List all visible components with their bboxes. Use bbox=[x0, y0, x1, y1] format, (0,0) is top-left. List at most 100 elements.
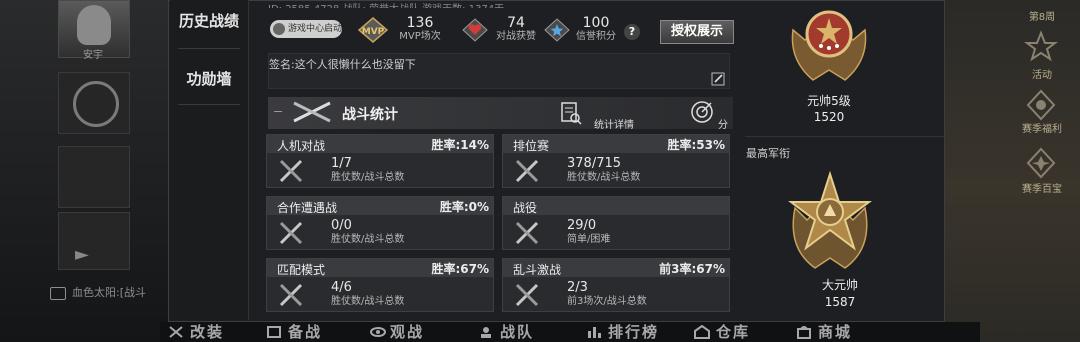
signature-box[interactable]: 签名:这个人很懒什么也没留下 bbox=[268, 53, 730, 89]
right-background bbox=[945, 0, 1080, 342]
stat-card-coop[interactable]: 合作遭遇战 胜率:0% 0/0 胜仗数/战斗总数 bbox=[266, 196, 494, 250]
bottom-nav-team[interactable]: 战队 bbox=[500, 322, 534, 342]
bottom-nav-shop[interactable]: 商城 bbox=[818, 322, 852, 342]
mvp-stat: 136 MVP场次 bbox=[390, 16, 450, 43]
season-treasure-icon[interactable] bbox=[1024, 146, 1058, 180]
share-icon[interactable] bbox=[690, 100, 714, 124]
right-nav-season-reward[interactable]: 赛季福利 bbox=[1012, 120, 1072, 135]
warehouse-icon bbox=[694, 325, 710, 339]
card-value: 378/715 bbox=[567, 156, 622, 171]
crossed-guns-icon bbox=[279, 159, 303, 183]
card-value: 1/7 bbox=[331, 156, 352, 171]
nav-divider bbox=[178, 104, 240, 105]
credit-stat: 100 信誉积分 bbox=[568, 16, 624, 43]
card-name: 排位赛 bbox=[513, 139, 550, 153]
header-dash bbox=[274, 111, 282, 112]
left-emblem-2[interactable] bbox=[58, 146, 130, 208]
stat-card-ranked[interactable]: 排位赛 胜率:53% 378/715 胜仗数/战斗总数 bbox=[502, 134, 730, 188]
right-nav-activity[interactable]: 活动 bbox=[1012, 66, 1072, 81]
heart-icon bbox=[462, 18, 488, 42]
bottom-nav-prepare[interactable]: 备战 bbox=[288, 322, 322, 342]
arrow-right-icon[interactable]: ► bbox=[75, 244, 95, 265]
current-rank: 元帅5级 1520 bbox=[745, 0, 945, 135]
mvp-badge-text: MVP bbox=[362, 27, 385, 37]
side-nav: 历史战绩 功勋墙 bbox=[170, 0, 249, 320]
battle-stats-header: 战斗统计 统计详情 分享 bbox=[268, 97, 733, 146]
likes-label: 对战获赞 bbox=[496, 31, 536, 42]
crossed-guns-icon bbox=[279, 283, 303, 307]
shop-icon bbox=[797, 326, 811, 339]
signature-text: 签名:这个人很懒什么也没留下 bbox=[269, 58, 416, 71]
activity-star-icon[interactable] bbox=[1024, 30, 1058, 64]
highest-rank-label: 最高军衔 bbox=[746, 147, 790, 160]
spectate-icon bbox=[370, 327, 386, 337]
card-rate: 前3率:67% bbox=[659, 262, 725, 276]
bottom-nav: 改装 备战 观战 战队 排行榜 仓库 商城 bbox=[160, 322, 980, 342]
toggle-knob bbox=[273, 23, 285, 35]
stats-detail-icon[interactable] bbox=[560, 101, 582, 125]
star-icon bbox=[544, 18, 570, 42]
bottom-nav-warehouse[interactable]: 仓库 bbox=[716, 322, 750, 342]
card-name: 合作遭遇战 bbox=[277, 201, 338, 215]
chat-icon bbox=[50, 286, 66, 300]
card-rate: 胜率:14% bbox=[431, 138, 489, 152]
right-nav-season-treasure[interactable]: 赛季百宝 bbox=[1012, 180, 1072, 195]
mvp-count: 136 bbox=[406, 15, 434, 31]
prepare-icon bbox=[267, 326, 281, 338]
card-rate: 胜率:67% bbox=[431, 262, 489, 276]
likes-count: 74 bbox=[507, 15, 525, 31]
card-sub: 胜仗数/战斗总数 bbox=[567, 172, 641, 183]
stat-card-pve[interactable]: 人机对战 胜率:14% 1/7 胜仗数/战斗总数 bbox=[266, 134, 494, 188]
team-icon bbox=[481, 327, 491, 338]
crossed-guns-icon bbox=[279, 221, 303, 245]
card-rate: 胜率:53% bbox=[667, 138, 725, 152]
current-rank-score: 1520 bbox=[813, 110, 845, 124]
stat-card-brawl[interactable]: 乱斗激战 前3率:67% 2/3 前3场次/战斗总数 bbox=[502, 258, 730, 312]
stats-detail-label[interactable]: 统计详情 bbox=[594, 116, 634, 131]
highest-rank-score: 1587 bbox=[824, 295, 856, 309]
card-name: 匹配模式 bbox=[277, 263, 326, 277]
chat-text: 血色太阳:[战斗 bbox=[72, 286, 146, 299]
crossed-guns-icon bbox=[515, 159, 539, 183]
card-value: 0/0 bbox=[331, 218, 352, 233]
edit-icon[interactable] bbox=[711, 72, 725, 86]
season-reward-icon[interactable] bbox=[1024, 88, 1058, 122]
modify-icon bbox=[169, 326, 183, 338]
card-value: 4/6 bbox=[331, 280, 352, 295]
bottom-nav-modify[interactable]: 改装 bbox=[190, 322, 224, 342]
battle-stats-title: 战斗统计 bbox=[342, 107, 398, 123]
grand-marshal-icon bbox=[788, 170, 872, 269]
card-rate: 胜率:0% bbox=[439, 200, 489, 214]
help-icon[interactable]: ? bbox=[624, 24, 640, 40]
card-name: 战役 bbox=[513, 201, 538, 215]
stat-card-match[interactable]: 匹配模式 胜率:67% 4/6 胜仗数/战斗总数 bbox=[266, 258, 494, 312]
crossed-guns-icon bbox=[515, 283, 539, 307]
nav-history[interactable]: 历史战绩 bbox=[170, 10, 248, 31]
leaderboard-icon bbox=[588, 327, 601, 338]
rank-divider bbox=[745, 136, 945, 137]
card-name: 乱斗激战 bbox=[513, 263, 562, 277]
card-sub: 胜仗数/战斗总数 bbox=[331, 234, 405, 245]
card-sub: 简单/困难 bbox=[567, 234, 611, 245]
nav-medal-wall[interactable]: 功勋墙 bbox=[170, 68, 248, 89]
marshal-rank-icon bbox=[791, 10, 867, 81]
bottom-nav-spectate[interactable]: 观战 bbox=[390, 322, 424, 342]
stats-row: 游戏中心启动 MVP 136 MVP场次 74 对战获赞 100 信誉积分 ? … bbox=[268, 12, 738, 46]
mvp-icon: MVP bbox=[358, 17, 388, 43]
bottom-nav-leaderboard[interactable]: 排行榜 bbox=[608, 322, 659, 342]
game-center-toggle[interactable]: 游戏中心启动 bbox=[270, 20, 342, 38]
card-value: 29/0 bbox=[567, 218, 597, 233]
authorize-display-button[interactable]: 授权展示 bbox=[660, 20, 734, 44]
right-nav-week[interactable]: 第8周 bbox=[1012, 8, 1072, 23]
toggle-label: 游戏中心启动 bbox=[288, 24, 343, 34]
left-emblem-1[interactable] bbox=[58, 72, 130, 134]
stat-card-campaign[interactable]: 战役 29/0 简单/困难 bbox=[502, 196, 730, 250]
card-sub: 胜仗数/战斗总数 bbox=[331, 296, 405, 307]
highest-rank-name: 大元帅 bbox=[821, 278, 858, 292]
rifles-icon bbox=[293, 101, 331, 123]
card-name: 人机对战 bbox=[277, 139, 326, 153]
card-sub: 前3场次/战斗总数 bbox=[567, 296, 647, 307]
chat-line[interactable]: 血色太阳:[战斗 bbox=[50, 284, 146, 300]
left-player-name: 安宇 bbox=[83, 50, 103, 61]
profile-content: ID: 2585 4728 战队: 荣誉大战队 游戏天数: 1374天 游戏中心… bbox=[258, 0, 738, 320]
